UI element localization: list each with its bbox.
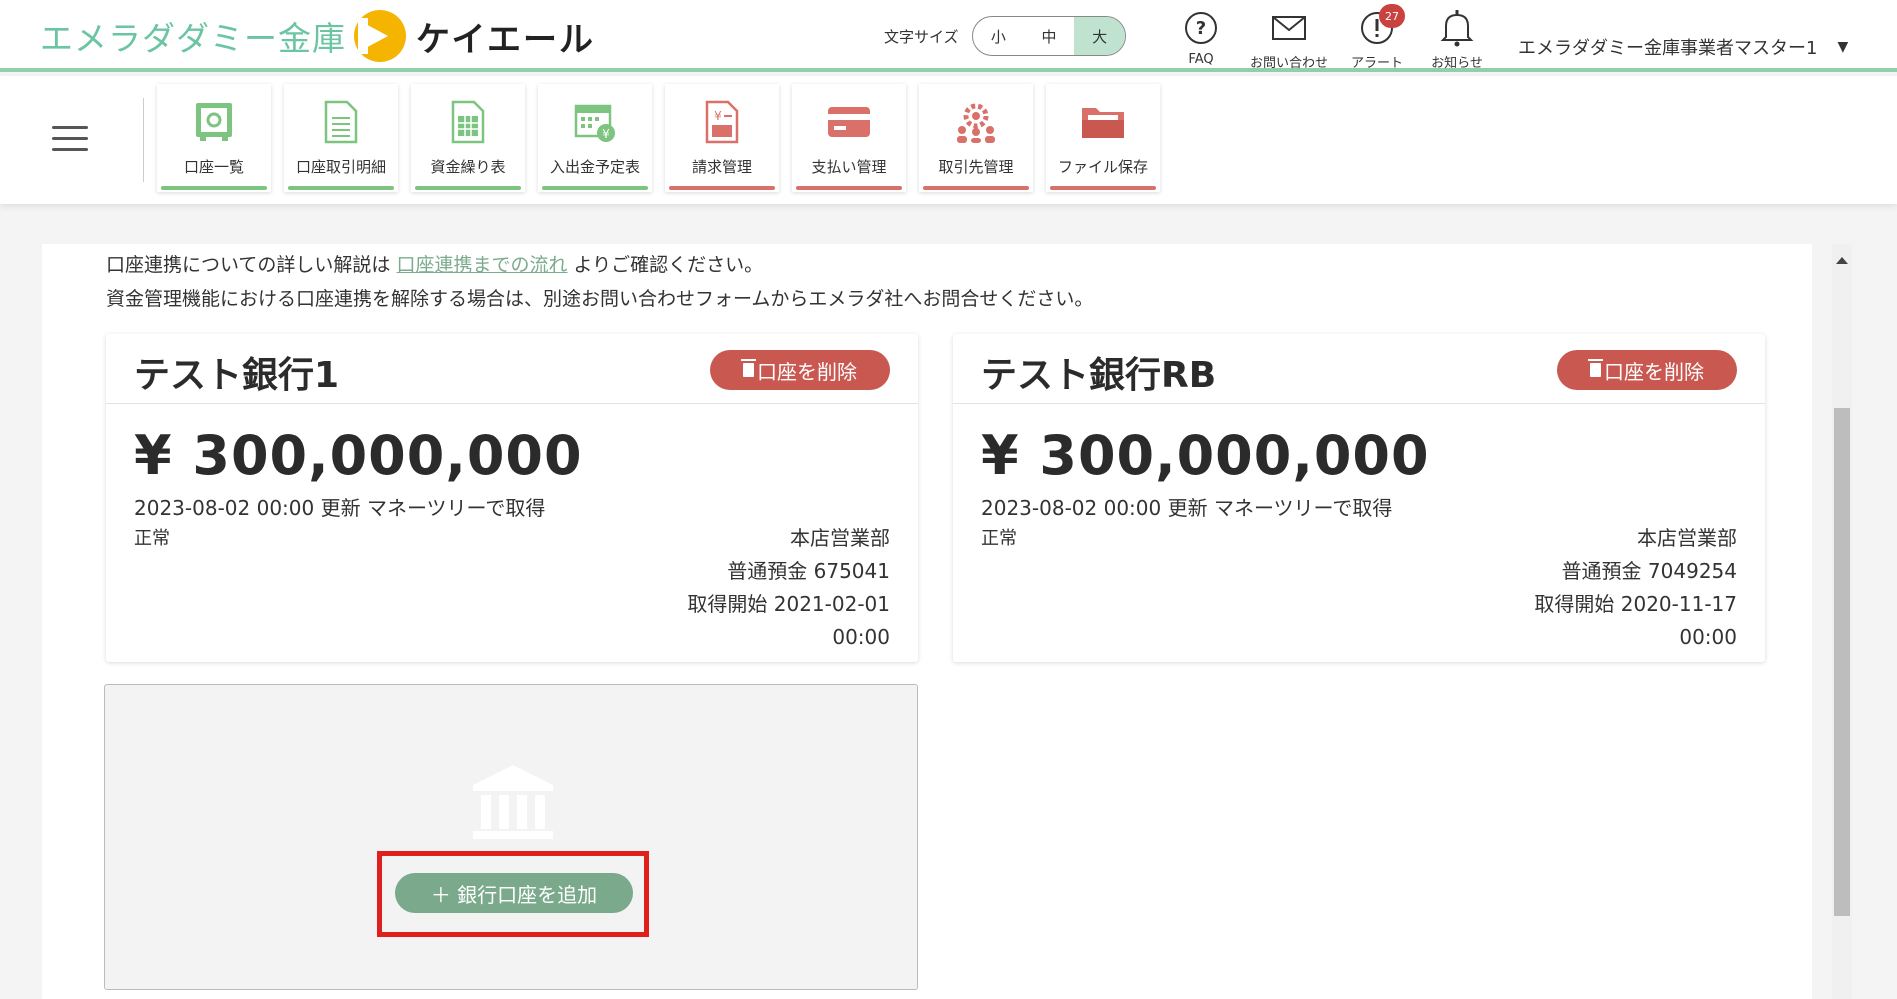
- bank-building-icon: [469, 763, 557, 843]
- last-updated: 2023-08-02 00:00 更新 マネーツリーで取得: [981, 496, 1393, 520]
- spreadsheet-icon: [444, 98, 492, 146]
- notice-link[interactable]: お知らせ: [1412, 8, 1502, 71]
- caret-down-icon: ▼: [1837, 39, 1849, 55]
- function-toolbar: 口座一覧 口座取引明細 資金繰り表 ¥ 入出金予定表 ¥ 請求管理 支払い管理 …: [0, 76, 1897, 204]
- info-line-2: 資金管理機能における口座連携を解除する場合は、別途お問い合わせフォームからエメラ…: [106, 288, 1094, 310]
- font-size-small[interactable]: 小: [973, 17, 1024, 55]
- tile-label: 資金繰り表: [430, 158, 506, 176]
- hamburger-menu-icon[interactable]: [52, 126, 88, 154]
- alert-icon: 27: [1357, 4, 1405, 48]
- contact-link[interactable]: お問い合わせ: [1244, 8, 1334, 71]
- question-circle-icon: ?: [1181, 8, 1221, 48]
- account-details: 本店営業部 普通預金 7049254 取得開始 2020-11-17 00:00: [1534, 522, 1737, 654]
- notice-label: お知らせ: [1431, 56, 1483, 71]
- font-size-toggle: 小 中 大: [972, 16, 1126, 56]
- calendar-yen-icon: ¥: [571, 98, 619, 146]
- faq-label: FAQ: [1188, 52, 1214, 67]
- alert-link[interactable]: 27 アラート: [1332, 4, 1422, 71]
- k-logo-icon: [354, 10, 406, 62]
- trash-icon: [741, 359, 756, 377]
- highlight-box: [377, 851, 649, 937]
- delete-account-button[interactable]: 口座を削除: [710, 350, 890, 390]
- invoice-icon: ¥: [698, 98, 746, 146]
- top-header: エメラダダミー金庫 ケイエール 文字サイズ 小 中 大 ? FAQ お問い合わせ…: [0, 0, 1897, 72]
- font-size-label: 文字サイズ: [884, 28, 959, 46]
- safe-icon: [190, 98, 238, 146]
- main-content: 口座連携についての詳しい解説は 口座連携までの流れ よりご確認ください。 資金管…: [42, 244, 1812, 999]
- branch-name: 本店営業部: [1637, 526, 1737, 550]
- alert-count-badge: 27: [1379, 4, 1405, 28]
- user-menu[interactable]: エメラダダミー金庫事業者マスター1 ▼: [1518, 34, 1848, 60]
- tile-payment-schedule[interactable]: ¥ 入出金予定表: [538, 84, 652, 192]
- svg-text:¥: ¥: [602, 127, 610, 141]
- tile-label: 請求管理: [691, 158, 752, 176]
- brand-name: エメラダダミー金庫: [40, 19, 346, 58]
- tile-label: 口座取引明細: [295, 158, 386, 176]
- tile-label: 入出金予定表: [549, 158, 640, 176]
- account-number: 普通預金 7049254: [1561, 559, 1737, 583]
- tile-partners[interactable]: 取引先管理: [919, 84, 1033, 192]
- account-link-flow-link[interactable]: 口座連携までの流れ: [396, 254, 567, 276]
- alert-label: アラート: [1350, 56, 1403, 71]
- document-icon: [317, 98, 365, 146]
- brand-logo[interactable]: エメラダダミー金庫 ケイエール: [40, 10, 595, 62]
- info-text: 口座連携についての詳しい解説は 口座連携までの流れ よりご確認ください。 資金管…: [106, 248, 1093, 316]
- scroll-up-arrow-icon[interactable]: [1832, 250, 1852, 264]
- envelope-icon: [1269, 8, 1309, 48]
- tile-label: 取引先管理: [938, 158, 1014, 176]
- add-account-card: ＋ 銀行口座を追加: [104, 684, 918, 990]
- tile-account-list[interactable]: 口座一覧: [157, 84, 271, 192]
- user-name: エメラダダミー金庫事業者マスター1: [1518, 38, 1818, 59]
- folder-icon: [1079, 98, 1127, 146]
- tile-label: 支払い管理: [811, 158, 887, 176]
- vertical-scrollbar[interactable]: [1832, 244, 1852, 999]
- bank-name: テスト銀行1: [134, 355, 340, 396]
- fetch-start-time: 00:00: [1679, 625, 1737, 649]
- account-details: 本店営業部 普通預金 675041 取得開始 2021-02-01 00:00: [687, 522, 890, 654]
- svg-text:?: ?: [1196, 18, 1206, 39]
- faq-link[interactable]: ? FAQ: [1156, 8, 1246, 67]
- scroll-thumb[interactable]: [1834, 408, 1850, 916]
- tile-label: 口座一覧: [183, 158, 244, 176]
- credit-card-icon: [825, 98, 873, 146]
- svg-text:¥: ¥: [714, 109, 722, 123]
- fetch-start-date: 取得開始 2020-11-17: [1534, 592, 1737, 616]
- trash-icon: [1588, 359, 1603, 377]
- status-text: 正常: [981, 528, 1017, 549]
- tile-billing[interactable]: ¥ 請求管理: [665, 84, 779, 192]
- toolbar-divider: [143, 98, 144, 182]
- tile-cash-flow[interactable]: 資金繰り表: [411, 84, 525, 192]
- font-size-medium[interactable]: 中: [1024, 17, 1075, 55]
- tile-account-transactions[interactable]: 口座取引明細: [284, 84, 398, 192]
- fetch-start-time: 00:00: [832, 625, 890, 649]
- info-line-1: 口座連携についての詳しい解説は 口座連携までの流れ よりご確認ください。: [106, 254, 764, 276]
- status-text: 正常: [134, 528, 170, 549]
- bank-name: テスト銀行RB: [981, 355, 1217, 396]
- tile-payments[interactable]: 支払い管理: [792, 84, 906, 192]
- contact-label: お問い合わせ: [1249, 56, 1328, 71]
- last-updated: 2023-08-02 00:00 更新 マネーツリーで取得: [134, 496, 546, 520]
- font-size-large[interactable]: 大: [1074, 17, 1125, 55]
- partners-gear-icon: [952, 98, 1000, 146]
- account-balance: ¥ 300,000,000: [981, 424, 1430, 487]
- account-card: テスト銀行RB 口座を削除 ¥ 300,000,000 2023-08-02 0…: [953, 334, 1765, 662]
- brand-sub: ケイエール: [416, 19, 595, 60]
- account-number: 普通預金 675041: [727, 559, 890, 583]
- bell-icon: [1437, 8, 1477, 48]
- tile-file-storage[interactable]: ファイル保存: [1046, 84, 1160, 192]
- delete-account-button[interactable]: 口座を削除: [1557, 350, 1737, 390]
- fetch-start-date: 取得開始 2021-02-01: [687, 592, 890, 616]
- account-card: テスト銀行1 口座を削除 ¥ 300,000,000 2023-08-02 00…: [106, 334, 918, 662]
- account-balance: ¥ 300,000,000: [134, 424, 583, 487]
- branch-name: 本店営業部: [790, 526, 890, 550]
- tile-label: ファイル保存: [1057, 158, 1148, 176]
